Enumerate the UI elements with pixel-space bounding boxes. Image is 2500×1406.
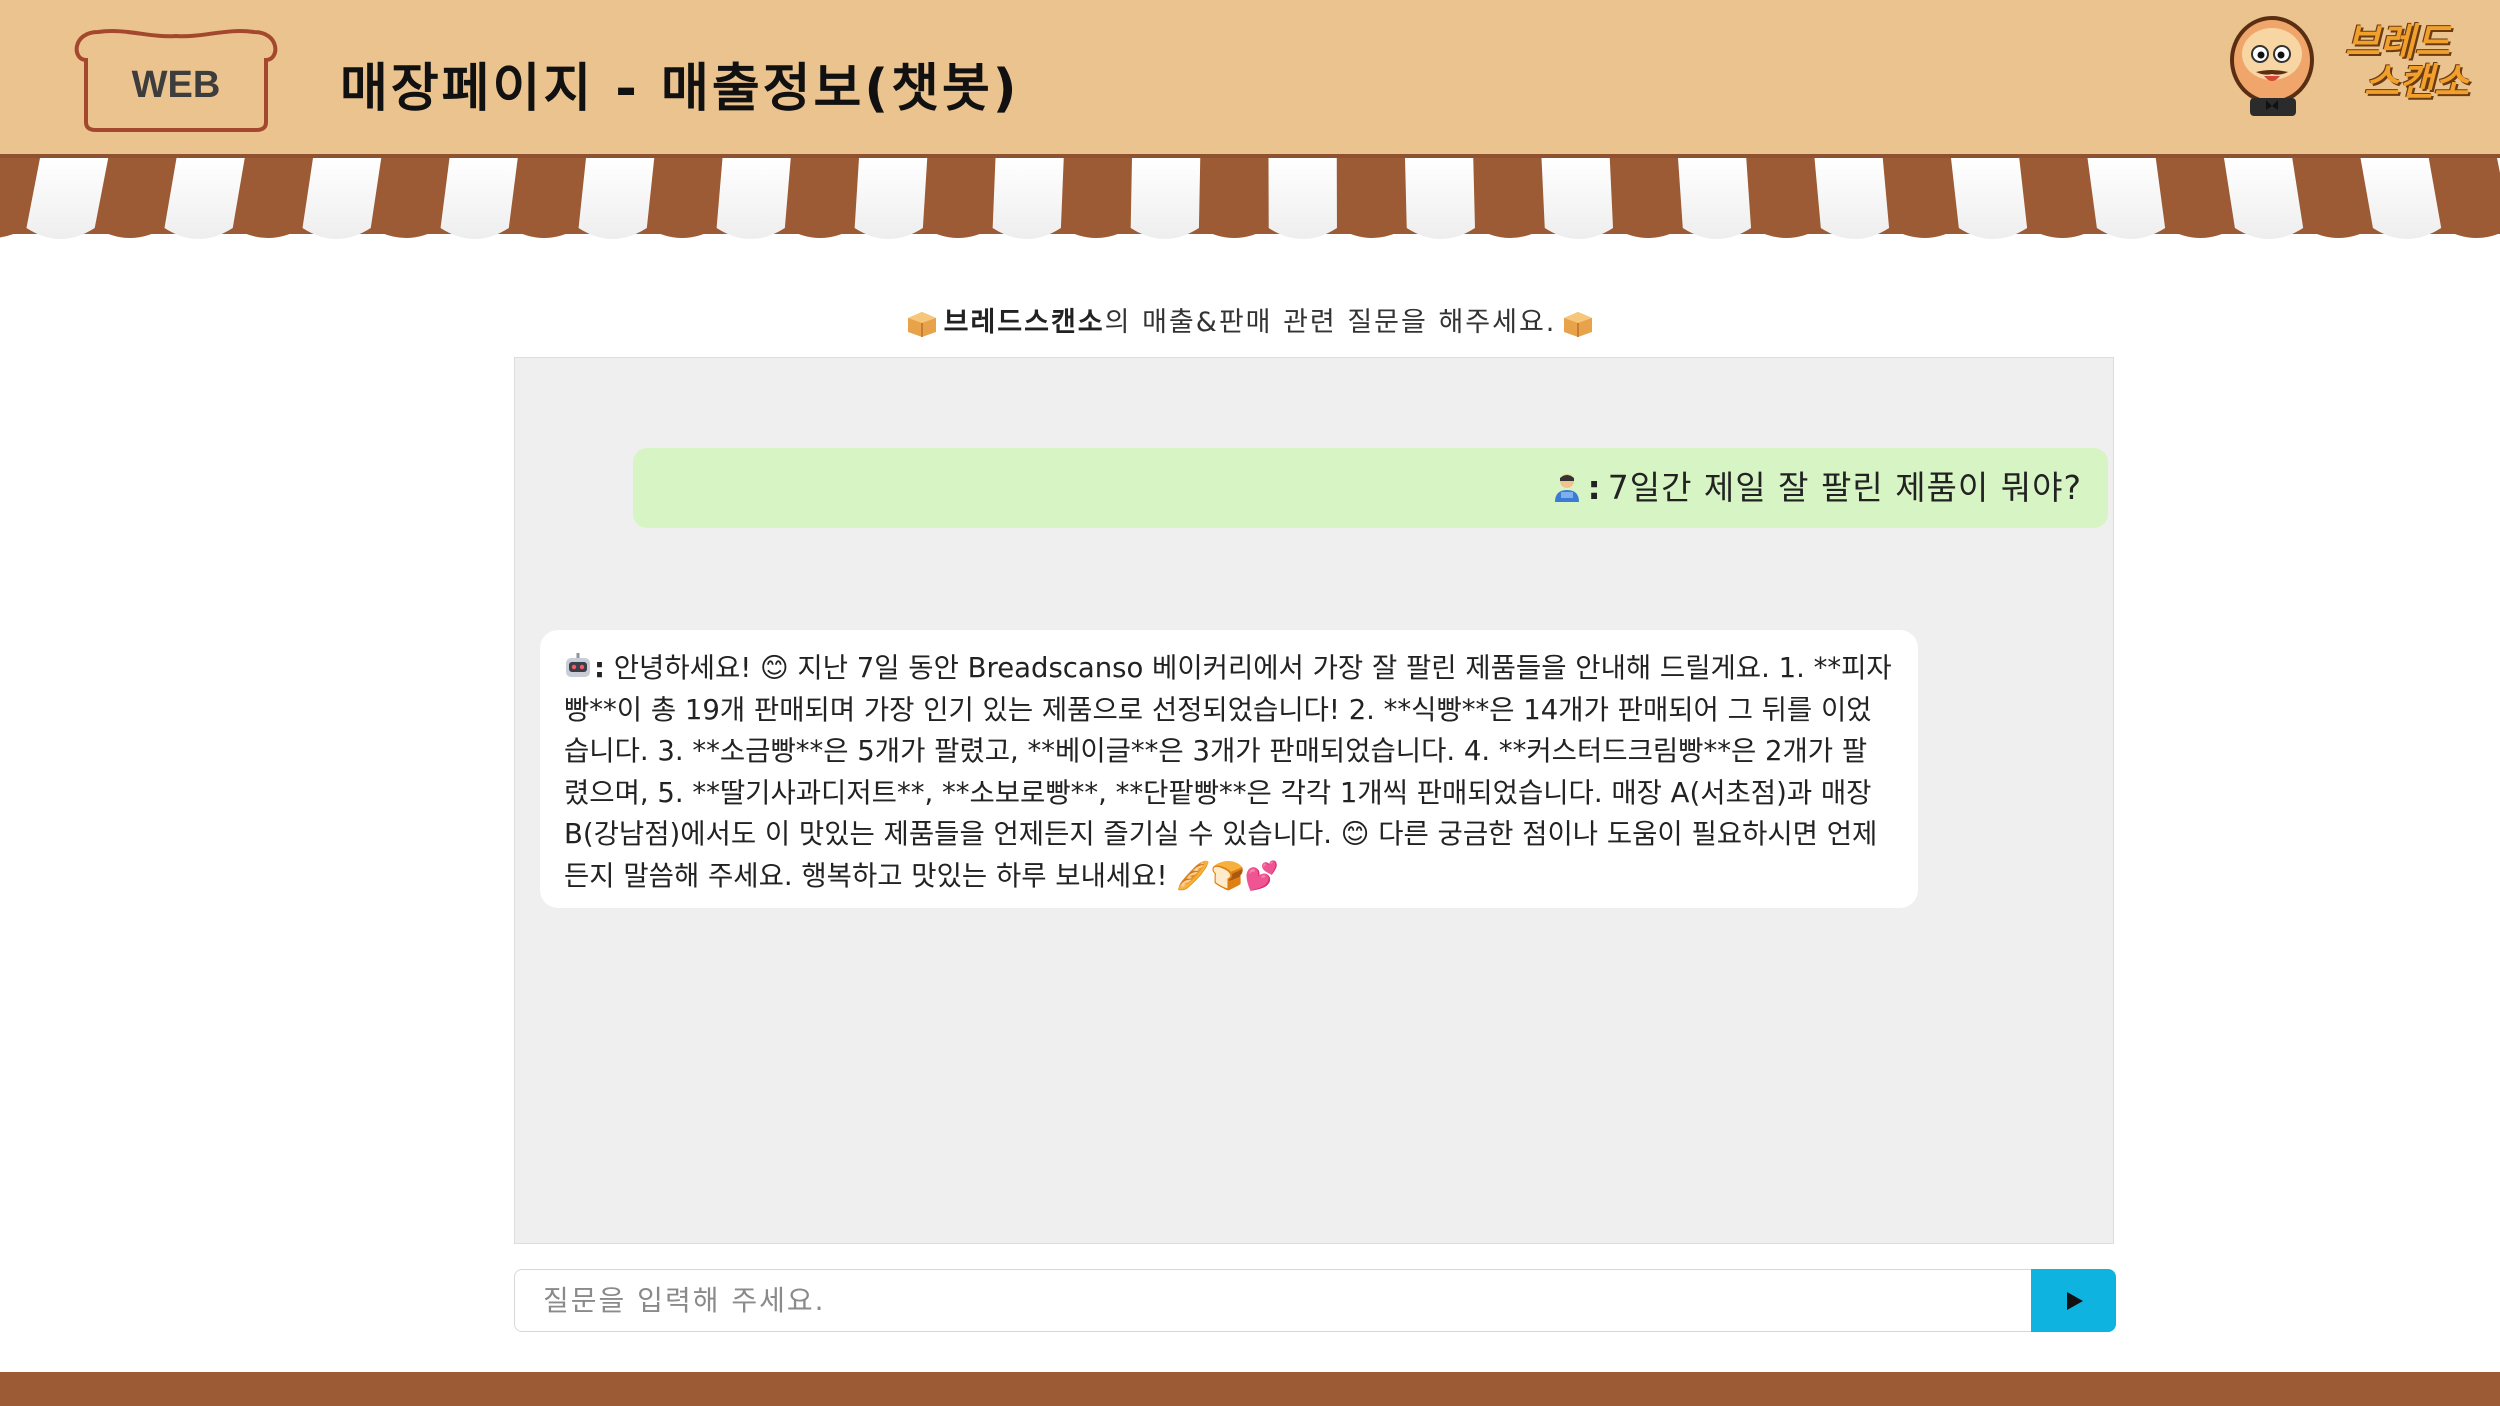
bread-box-icon — [1564, 311, 1593, 337]
page-title: 매장페이지 - 매출정보(챗봇) — [340, 59, 1020, 119]
awning-scallop — [371, 228, 441, 238]
user-message-text: 7일간 제일 잘 팔린 제품이 뭐야? — [1607, 468, 2082, 507]
awning-stripe — [1405, 158, 1475, 239]
awning-stripe — [1951, 158, 2028, 239]
awning-scallop — [1890, 228, 1959, 238]
awning-stripe — [2224, 158, 2304, 239]
awning-stripe — [578, 158, 655, 239]
page-header: WEB 매장페이지 - 매출정보(챗봇) 브레드 스캔소 — [0, 0, 2500, 154]
chat-input-row — [514, 1269, 2116, 1332]
awning-scallop — [1338, 228, 1407, 238]
question-input[interactable] — [514, 1269, 2034, 1332]
awning-stripe — [164, 158, 245, 239]
brand-wordmark: 브레드 스캔소 — [2326, 22, 2469, 102]
awning-stripe — [1268, 158, 1337, 239]
awning-scallop — [1476, 228, 1545, 238]
awning-scallop — [1614, 228, 1683, 238]
awning-scallop — [2028, 228, 2097, 238]
brand-line-2: 스캔소 — [2364, 60, 2469, 104]
awning-scallop — [2304, 228, 2373, 238]
user-avatar-icon — [1554, 473, 1579, 502]
awning-scallop — [1062, 228, 1131, 238]
bot-message-text: 안녕하세요! 😊 지난 7일 동안 Breadscanso 베이커리에서 가장 … — [564, 652, 1892, 892]
send-icon — [2066, 1291, 2083, 1310]
mascot-icon — [2230, 16, 2314, 116]
awning-scallop — [785, 228, 855, 238]
send-button[interactable] — [2031, 1269, 2116, 1332]
brand-line-1: 브레드 — [2345, 20, 2450, 64]
awning-stripe — [1130, 158, 1201, 239]
web-badge-label: WEB — [131, 64, 221, 106]
awning-stripe — [440, 158, 518, 239]
intro-text: 의 매출&판매 관련 질문을 해주세요. — [1104, 307, 1557, 338]
footer-bar — [0, 1372, 2500, 1406]
awning-stripe — [1814, 158, 1890, 239]
awning-stripe — [716, 158, 791, 239]
awning-scallop — [95, 228, 165, 238]
robot-avatar-icon — [566, 653, 590, 677]
awning-decoration — [0, 154, 2500, 239]
awning-stripe — [854, 158, 928, 239]
awning-scallop — [2166, 228, 2235, 238]
user-prefix: : — [1587, 468, 1602, 507]
awning-scallop — [233, 228, 303, 238]
awning-stripe — [1541, 158, 1614, 239]
awning-stripe — [992, 158, 1064, 239]
awning-scallop — [509, 228, 579, 238]
web-badge: WEB — [68, 26, 284, 132]
awning-stripe — [302, 158, 382, 239]
user-message: :7일간 제일 잘 팔린 제품이 뭐야? — [633, 448, 2108, 528]
brand-logo: 브레드 스캔소 — [2228, 14, 2478, 118]
chat-intro: 브레드스캔소의 매출&판매 관련 질문을 해주세요. — [0, 300, 2500, 339]
awning-stripe — [1678, 158, 1752, 239]
awning-scallop — [924, 228, 993, 238]
brand-name: 브레드스캔소 — [943, 307, 1105, 338]
awning-scallop — [647, 228, 717, 238]
awning-stripe — [2087, 158, 2166, 239]
bot-prefix: : — [594, 652, 605, 684]
bot-message: : 안녕하세요! 😊 지난 7일 동안 Breadscanso 베이커리에서 가… — [540, 630, 1918, 908]
awning-scallop — [1200, 228, 1269, 238]
awning-scallop — [1752, 228, 1821, 238]
bread-box-icon — [907, 311, 936, 337]
